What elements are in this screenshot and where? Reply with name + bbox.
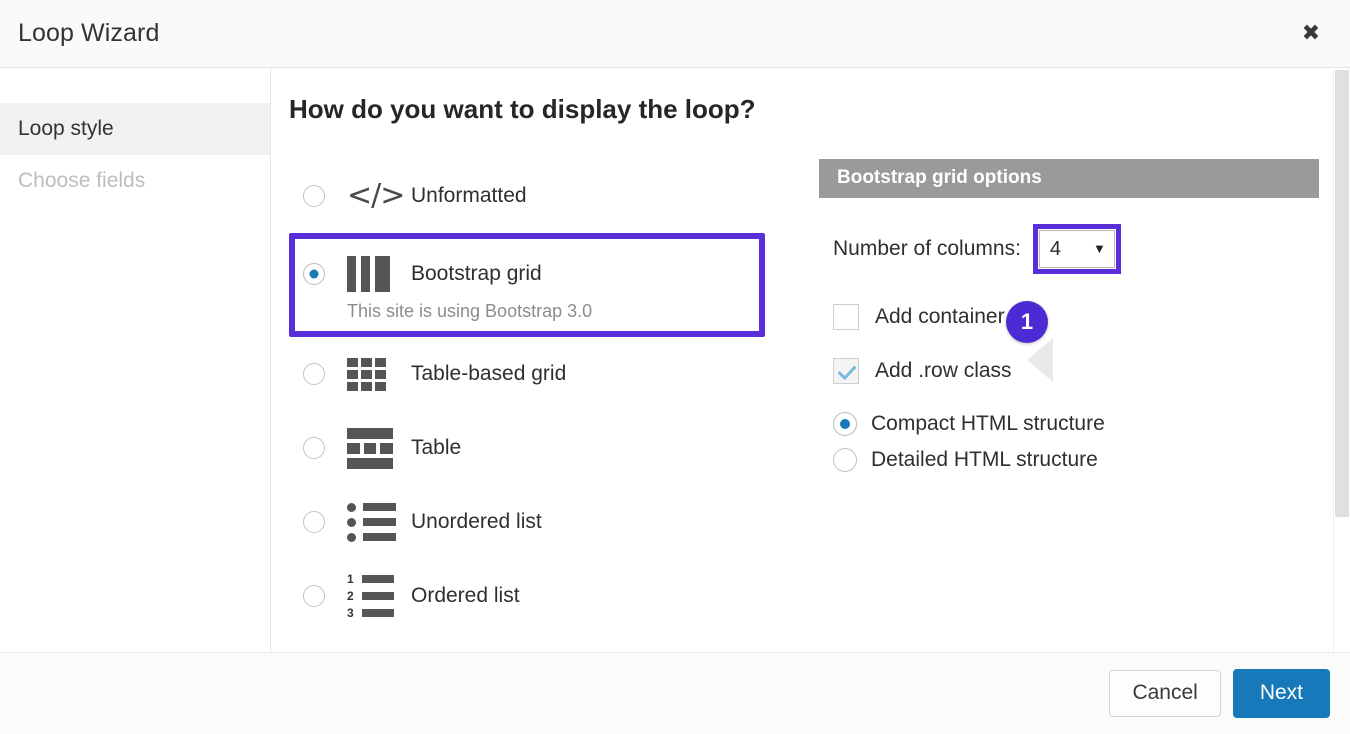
- option-ordered-list[interactable]: 1 2 3 Ordered list: [289, 559, 795, 633]
- annotation-badge-1: 1: [1006, 301, 1048, 343]
- radio-table[interactable]: [303, 437, 325, 459]
- checkbox-input[interactable]: [833, 358, 859, 384]
- table-icon: [347, 428, 397, 468]
- scrollbar-thumb[interactable]: [1335, 70, 1349, 517]
- checkbox-label: Add container: [875, 305, 1005, 329]
- annotation-pointer-triangle: [1027, 338, 1053, 382]
- modal-header: Loop Wizard ✖: [0, 0, 1350, 68]
- radio-table-based-grid[interactable]: [303, 363, 325, 385]
- checkbox-label: Add .row class: [875, 359, 1012, 383]
- option-table-based-grid[interactable]: Table-based grid: [289, 337, 795, 411]
- loop-style-option-list: </> Unformatted Bootstrap grid: [289, 159, 795, 633]
- radio-label: Compact HTML structure: [871, 412, 1105, 436]
- radio-input[interactable]: [833, 448, 857, 472]
- content-heading: How do you want to display the loop?: [289, 94, 1350, 125]
- next-button[interactable]: Next: [1233, 669, 1330, 717]
- modal-footer: Cancel Next: [0, 652, 1350, 734]
- option-sublabel: This site is using Bootstrap 3.0: [303, 301, 795, 322]
- number-of-columns-label: Number of columns:: [833, 237, 1021, 261]
- number-of-columns-field: Number of columns: 4 ▼: [833, 224, 1319, 274]
- radio-label: Detailed HTML structure: [871, 448, 1098, 472]
- vertical-bars-icon: [347, 254, 397, 294]
- sidebar-item-label: Loop style: [18, 117, 114, 141]
- sidebar-item-loop-style[interactable]: Loop style: [0, 103, 270, 155]
- checkbox-add-row-class[interactable]: Add .row class: [833, 358, 1319, 384]
- wizard-steps-sidebar: Loop style Choose fields: [0, 68, 271, 652]
- option-label: Ordered list: [411, 584, 520, 608]
- sidebar-item-label: Choose fields: [18, 169, 145, 193]
- numbered-list-icon: 1 2 3: [347, 576, 397, 616]
- panel-title: Bootstrap grid options: [819, 159, 1319, 198]
- code-brackets-icon: </>: [347, 176, 397, 216]
- bootstrap-grid-options-panel: Bootstrap grid options Number of columns…: [819, 159, 1319, 484]
- annotation-highlight-box-2: 4 ▼: [1033, 224, 1121, 274]
- radio-compact-html-structure[interactable]: Compact HTML structure: [833, 412, 1319, 436]
- loop-wizard-modal: Loop Wizard ✖ Loop style Choose fields H…: [0, 0, 1350, 734]
- radio-unformatted[interactable]: [303, 185, 325, 207]
- radio-ordered-list[interactable]: [303, 585, 325, 607]
- radio-unordered-list[interactable]: [303, 511, 325, 533]
- option-label: Unformatted: [411, 184, 527, 208]
- radio-detailed-html-structure[interactable]: Detailed HTML structure: [833, 448, 1319, 472]
- sidebar-item-choose-fields[interactable]: Choose fields: [0, 155, 270, 207]
- radio-input[interactable]: [833, 412, 857, 436]
- close-icon[interactable]: ✖: [1294, 17, 1328, 51]
- checkbox-input[interactable]: [833, 304, 859, 330]
- option-unordered-list[interactable]: Unordered list: [289, 485, 795, 559]
- option-label: Unordered list: [411, 510, 542, 534]
- option-label: Bootstrap grid: [411, 262, 542, 286]
- checkbox-add-container[interactable]: Add container: [833, 304, 1319, 330]
- option-label: Table-based grid: [411, 362, 566, 386]
- option-bootstrap-grid-row[interactable]: Bootstrap grid: [303, 249, 795, 299]
- option-table[interactable]: Table: [289, 411, 795, 485]
- radio-bootstrap-grid[interactable]: [303, 263, 325, 285]
- option-bootstrap-grid[interactable]: Bootstrap grid This site is using Bootst…: [289, 233, 795, 337]
- grid-blocks-icon: [347, 354, 397, 394]
- number-of-columns-select[interactable]: 4 ▼: [1039, 230, 1115, 268]
- cancel-button[interactable]: Cancel: [1109, 670, 1220, 716]
- page-title: Loop Wizard: [18, 19, 159, 48]
- wizard-content: How do you want to display the loop? </>…: [271, 68, 1350, 652]
- content-scrollbar[interactable]: [1333, 68, 1350, 652]
- option-label: Table: [411, 436, 461, 460]
- bullet-list-icon: [347, 502, 397, 542]
- option-unformatted[interactable]: </> Unformatted: [289, 159, 795, 233]
- modal-body: Loop style Choose fields How do you want…: [0, 68, 1350, 652]
